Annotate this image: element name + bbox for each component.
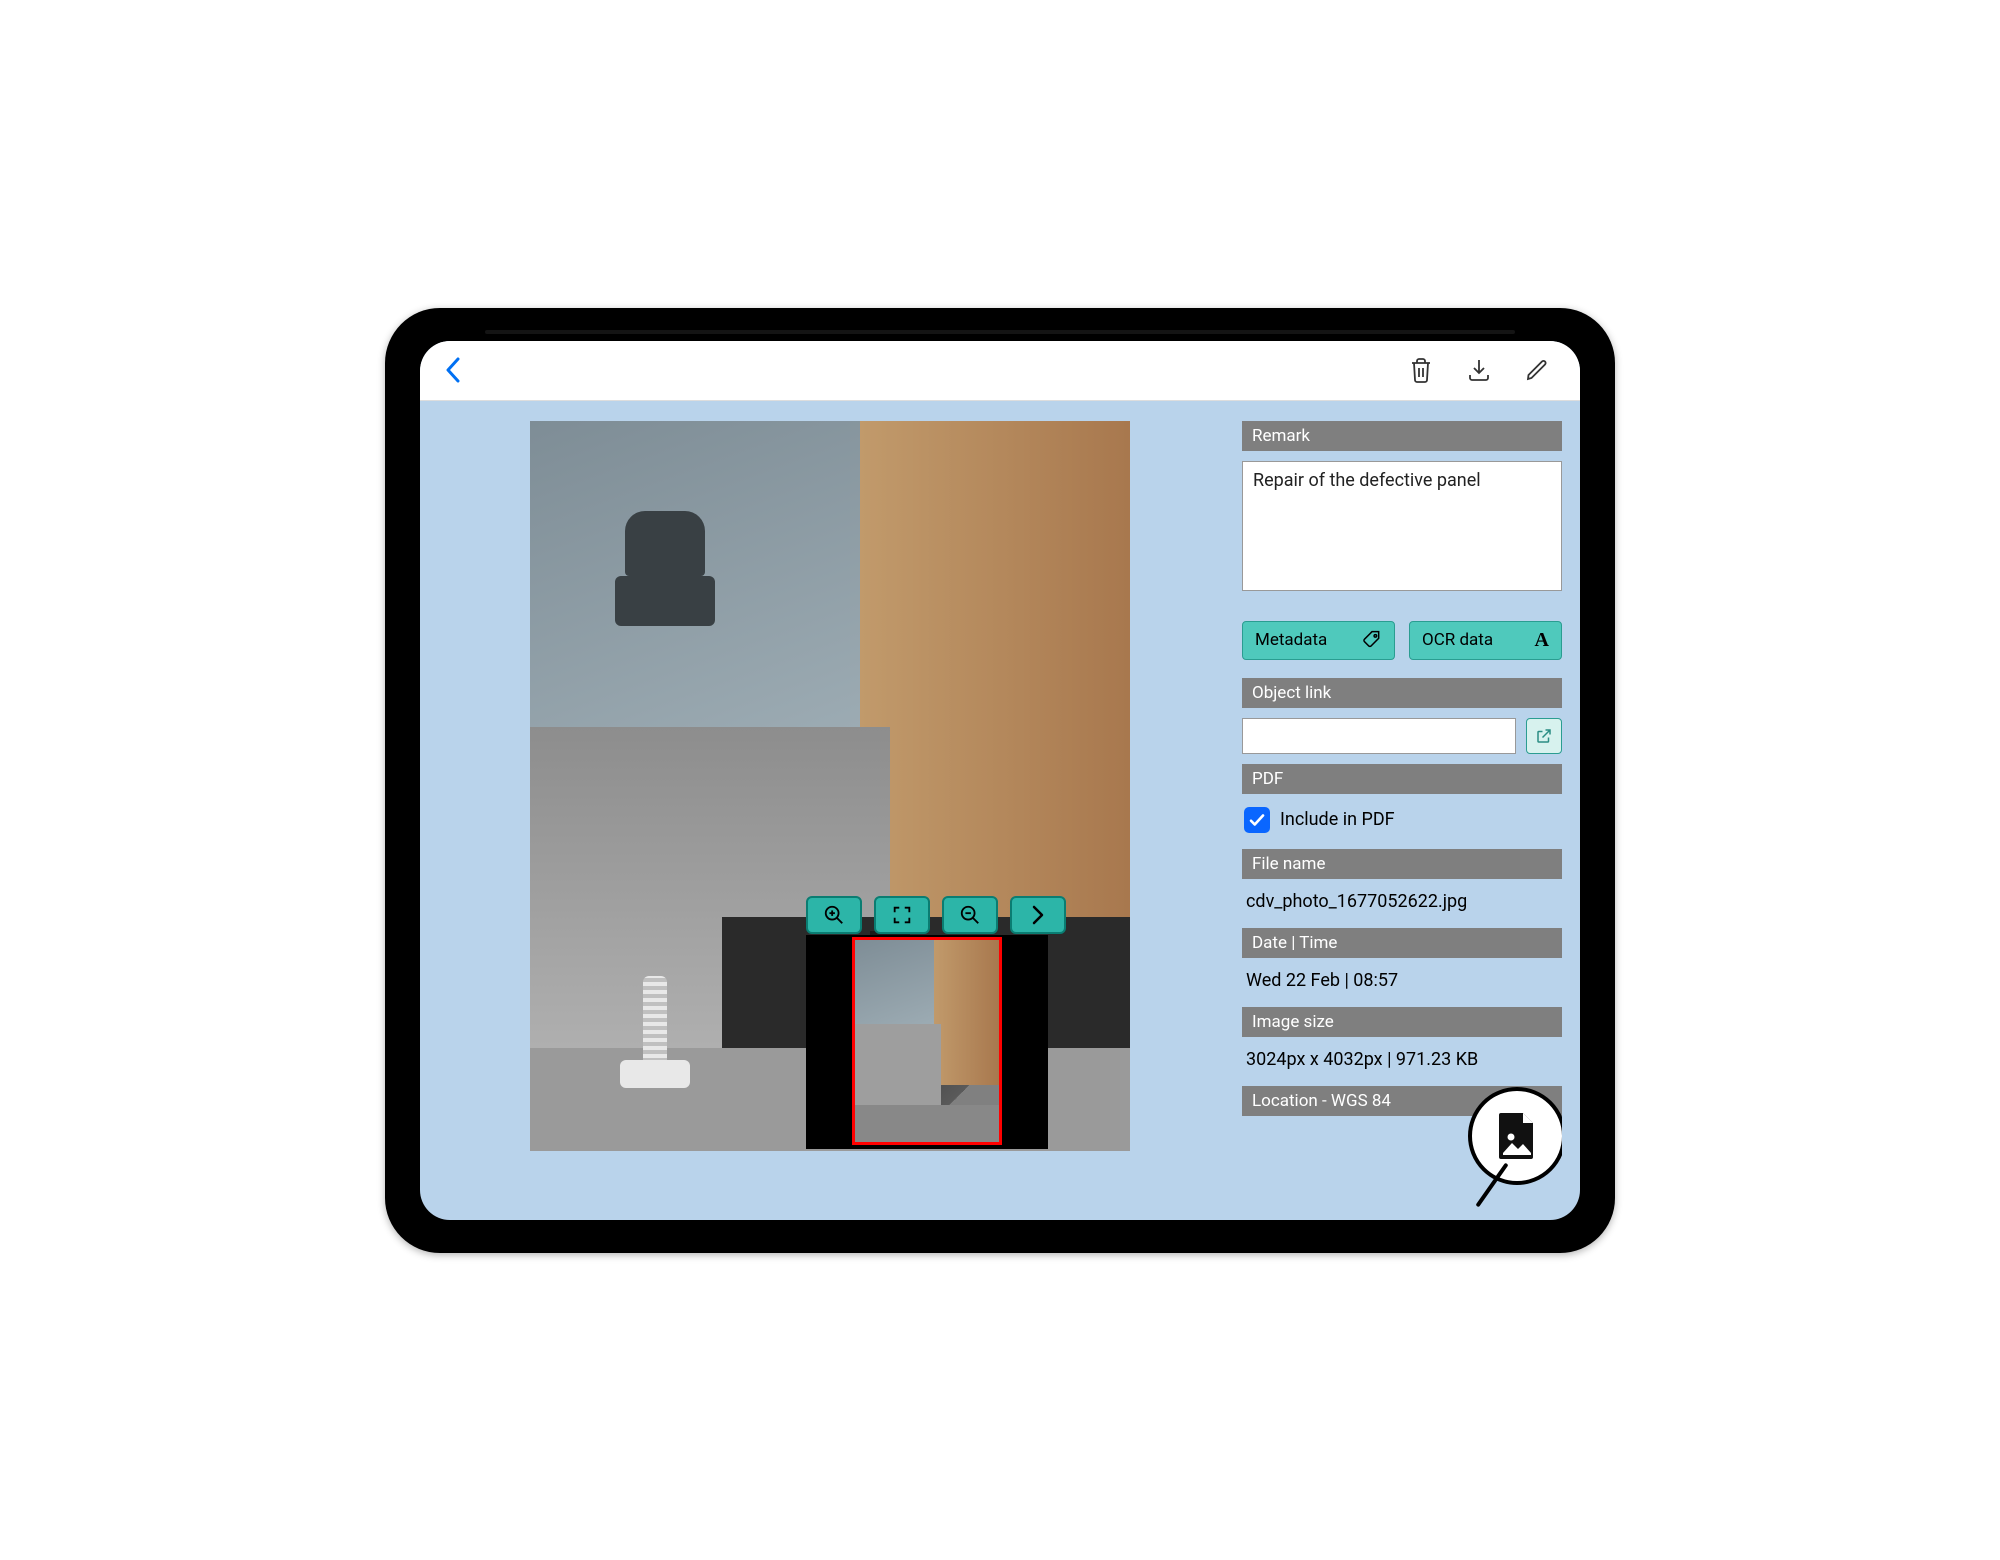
open-link-button[interactable] <box>1526 718 1562 754</box>
zoom-in-button[interactable] <box>806 896 862 934</box>
imagesize-value: 3024px x 4032px | 971.23 KB <box>1242 1047 1562 1076</box>
details-sidebar: Remark Repair of the defective panel Met… <box>1242 421 1562 1220</box>
font-a-icon: A <box>1535 629 1549 652</box>
ocr-data-button[interactable]: OCR data A <box>1409 621 1562 660</box>
image-file-fab[interactable] <box>1468 1087 1562 1185</box>
minimap-viewport[interactable] <box>852 937 1002 1145</box>
ocr-button-label: OCR data <box>1422 630 1493 650</box>
include-pdf-checkbox[interactable] <box>1244 807 1270 833</box>
download-icon[interactable] <box>1464 355 1494 385</box>
datetime-value: Wed 22 Feb | 08:57 <box>1242 968 1562 997</box>
object-link-header: Object link <box>1242 678 1562 708</box>
object-link-input[interactable] <box>1242 718 1516 754</box>
app-screen: Remark Repair of the defective panel Met… <box>420 341 1580 1220</box>
image-file-icon <box>1495 1111 1539 1161</box>
tablet-frame: Remark Repair of the defective panel Met… <box>385 308 1615 1253</box>
remark-textarea[interactable]: Repair of the defective panel <box>1242 461 1562 591</box>
include-pdf-label: Include in PDF <box>1280 809 1395 830</box>
filename-header: File name <box>1242 849 1562 879</box>
fit-screen-button[interactable] <box>874 896 930 934</box>
remark-header: Remark <box>1242 421 1562 451</box>
top-bar <box>420 341 1580 401</box>
imagesize-header: Image size <box>1242 1007 1562 1037</box>
tag-icon <box>1362 630 1382 650</box>
next-image-button[interactable] <box>1010 896 1066 934</box>
trash-icon[interactable] <box>1406 355 1436 385</box>
image-panel <box>438 421 1222 1220</box>
filename-value: cdv_photo_1677052622.jpg <box>1242 889 1562 918</box>
edit-pencil-icon[interactable] <box>1522 355 1552 385</box>
metadata-button-label: Metadata <box>1255 630 1327 650</box>
back-button[interactable] <box>438 355 468 385</box>
zoom-controls <box>806 896 1066 934</box>
external-link-icon <box>1535 727 1553 745</box>
minimap-container <box>806 935 1048 1149</box>
pdf-header: PDF <box>1242 764 1562 794</box>
datetime-header: Date | Time <box>1242 928 1562 958</box>
content-area: Remark Repair of the defective panel Met… <box>420 401 1580 1220</box>
metadata-button[interactable]: Metadata <box>1242 621 1395 660</box>
zoom-out-button[interactable] <box>942 896 998 934</box>
